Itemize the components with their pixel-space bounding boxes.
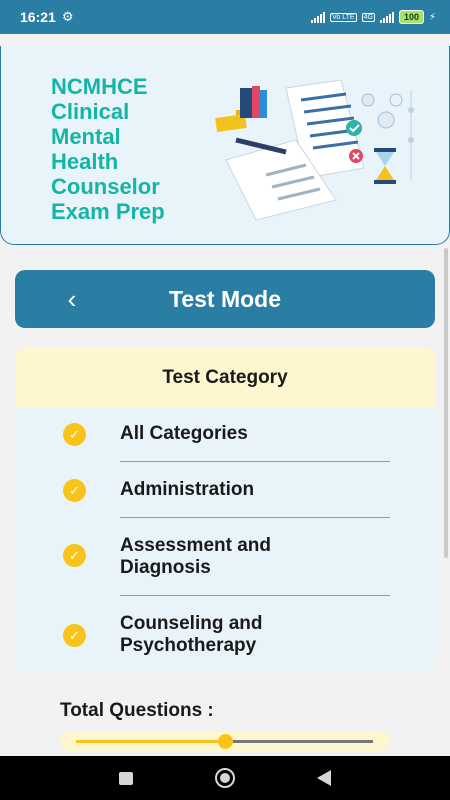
test-mode-header: ‹ Test Mode bbox=[15, 270, 435, 328]
header-card: NCMHCE Clinical Mental Health Counselor … bbox=[0, 46, 450, 245]
test-category-header: Test Category bbox=[15, 348, 435, 408]
app-title-line: Mental bbox=[51, 124, 121, 149]
divider bbox=[120, 595, 390, 596]
bolt-icon: ⚡ bbox=[428, 11, 436, 23]
category-label: Counseling and Psychotherapy bbox=[120, 613, 400, 657]
divider bbox=[120, 517, 390, 518]
divider bbox=[120, 461, 390, 462]
category-label: Administration bbox=[120, 479, 255, 500]
category-item-counseling-and-psychotherapy[interactable]: ✓ Counseling and Psychotherapy bbox=[15, 598, 435, 671]
category-label: Assessment and Diagnosis bbox=[120, 535, 400, 579]
check-circle-icon[interactable]: ✓ bbox=[63, 479, 86, 502]
check-circle-icon[interactable]: ✓ bbox=[63, 624, 86, 647]
test-category-card: Test Category ✓ All Categories ✓ Adminis… bbox=[15, 348, 435, 671]
check-circle-icon[interactable]: ✓ bbox=[63, 544, 86, 567]
category-item-all-categories[interactable]: ✓ All Categories bbox=[15, 408, 435, 464]
hourglass-icon bbox=[374, 148, 396, 184]
recent-apps-icon[interactable] bbox=[114, 767, 138, 789]
app-title-line: Health bbox=[51, 149, 119, 174]
category-label-line: Diagnosis bbox=[120, 557, 211, 578]
volte-badge: Vo LTE bbox=[330, 12, 357, 22]
category-item-assessment-and-diagnosis[interactable]: ✓ Assessment and Diagnosis bbox=[15, 520, 435, 598]
home-icon[interactable] bbox=[213, 767, 237, 789]
app-title-line: Clinical bbox=[51, 99, 130, 124]
app-title-line: Counselor bbox=[51, 174, 160, 199]
battery-icon: 100 bbox=[398, 10, 424, 24]
user-icon-2 bbox=[377, 111, 395, 129]
network-badge: 4G bbox=[361, 12, 375, 22]
chevron-left-icon[interactable]: ‹ bbox=[57, 282, 87, 316]
test-mode-title: Test Mode bbox=[168, 285, 282, 312]
signal-icon-2 bbox=[379, 11, 394, 23]
app-title-line: Exam Prep bbox=[51, 199, 165, 224]
signal-icon bbox=[311, 11, 326, 23]
gear-icon: ⚙ bbox=[61, 9, 74, 24]
slider-fill bbox=[76, 740, 225, 743]
exam-illustration bbox=[215, 80, 414, 221]
check-mark-icon bbox=[346, 120, 362, 136]
category-label-line: Assessment and bbox=[120, 535, 272, 556]
category-item-administration[interactable]: ✓ Administration bbox=[15, 464, 435, 520]
category-label: All Categories bbox=[120, 423, 248, 444]
back-triangle-icon[interactable] bbox=[312, 767, 336, 789]
status-time: 16:21 bbox=[20, 9, 56, 25]
app-title-line: NCMHCE bbox=[51, 74, 148, 99]
total-questions-slider[interactable] bbox=[60, 731, 390, 751]
slider-thumb[interactable] bbox=[217, 734, 233, 749]
total-questions-label: Total Questions : bbox=[60, 700, 214, 721]
settings-icon bbox=[389, 93, 403, 107]
navigation-bar bbox=[0, 756, 450, 800]
user-icon bbox=[361, 93, 375, 107]
check-circle-icon[interactable]: ✓ bbox=[63, 423, 86, 446]
status-bar: 16:21 ⚙ Vo LTE 4G 100 ⚡ bbox=[0, 0, 450, 34]
app-title: NCMHCE Clinical Mental Health Counselor … bbox=[51, 74, 231, 224]
status-indicators: Vo LTE 4G 100 ⚡ bbox=[311, 10, 436, 24]
category-label-line: Psychotherapy bbox=[120, 635, 257, 656]
scrollbar[interactable] bbox=[444, 248, 448, 558]
category-label-line: Counseling and bbox=[120, 613, 263, 634]
